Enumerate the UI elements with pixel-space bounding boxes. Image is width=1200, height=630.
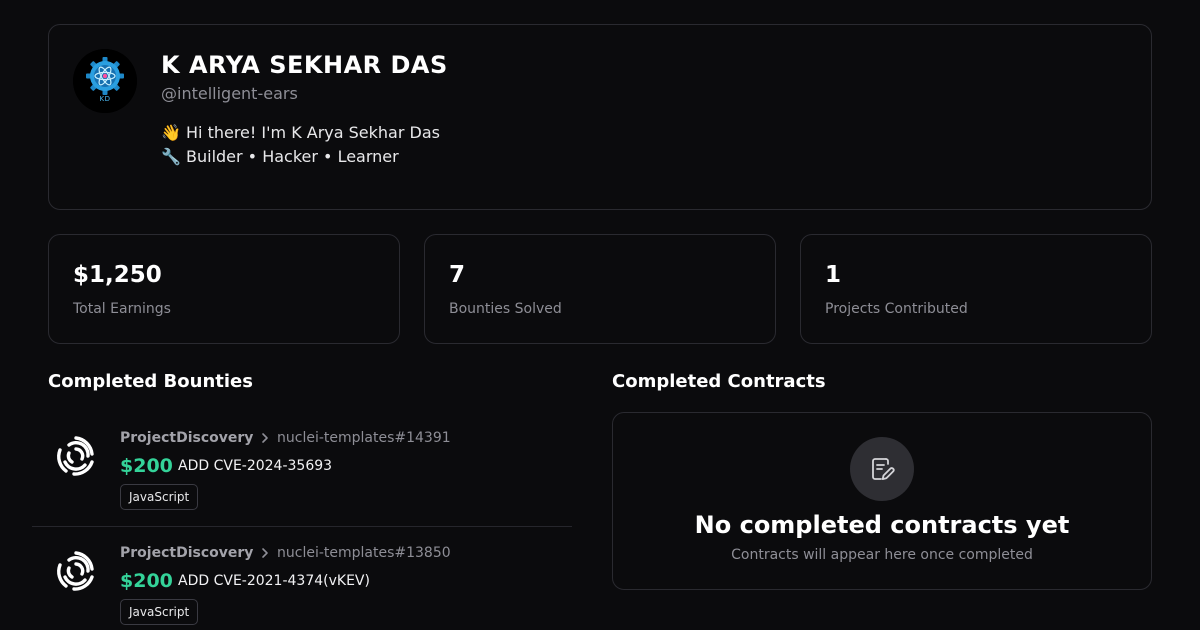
profile-handle[interactable]: @intelligent-ears [161, 84, 298, 103]
stat-card-bounties-solved: 7 Bounties Solved [424, 234, 776, 344]
stat-card-total-earnings: $1,250 Total Earnings [48, 234, 400, 344]
contracts-empty-state: No completed contracts yet Contracts wil… [612, 412, 1152, 590]
projectdiscovery-logo-icon [52, 432, 100, 480]
bounty-org[interactable]: ProjectDiscovery [120, 430, 253, 446]
stat-value: $1,250 [73, 262, 162, 288]
bounty-amount: $200 [120, 455, 173, 477]
stat-label: Total Earnings [73, 301, 171, 317]
chevron-right-icon [262, 433, 268, 443]
profile-bio-line: 🔧 Builder • Hacker • Learner [161, 147, 399, 166]
bounty-repo-link[interactable]: nuclei-templates#13850 [277, 545, 451, 561]
profile-bio-line: 👋 Hi there! I'm K Arya Sekhar Das [161, 123, 440, 142]
bounty-list-item[interactable]: ProjectDiscovery nuclei-templates#13850 … [32, 527, 572, 630]
bounty-title[interactable]: ADD CVE-2021-4374(vKEV) [178, 573, 370, 589]
stat-label: Bounties Solved [449, 301, 562, 317]
bounty-amount: $200 [120, 570, 173, 592]
profile-card: KD K ARYA SEKHAR DAS @intelligent-ears 👋… [48, 24, 1152, 210]
bounty-list-item[interactable]: ProjectDiscovery nuclei-templates#14391 … [32, 412, 572, 527]
avatar[interactable]: KD [73, 49, 137, 113]
bounty-title[interactable]: ADD CVE-2024-35693 [178, 458, 332, 474]
projectdiscovery-logo-icon [52, 547, 100, 595]
empty-state-subtitle: Contracts will appear here once complete… [731, 547, 1033, 563]
contract-edit-icon [850, 437, 914, 501]
profile-name: K ARYA SEKHAR DAS [161, 51, 448, 79]
stat-value: 1 [825, 262, 842, 288]
stat-label: Projects Contributed [825, 301, 968, 317]
atom-gear-icon [73, 49, 137, 113]
avatar-initials: KD [99, 95, 111, 103]
chevron-right-icon [262, 548, 268, 558]
language-tag: JavaScript [120, 599, 199, 625]
language-tag: JavaScript [120, 484, 199, 510]
stat-card-projects-contributed: 1 Projects Contributed [800, 234, 1152, 344]
completed-bounties-heading: Completed Bounties [48, 371, 253, 392]
empty-state-title: No completed contracts yet [694, 511, 1070, 539]
bounty-org[interactable]: ProjectDiscovery [120, 545, 253, 561]
completed-contracts-heading: Completed Contracts [612, 371, 826, 392]
bounty-repo-link[interactable]: nuclei-templates#14391 [277, 430, 451, 446]
stat-value: 7 [449, 262, 466, 288]
